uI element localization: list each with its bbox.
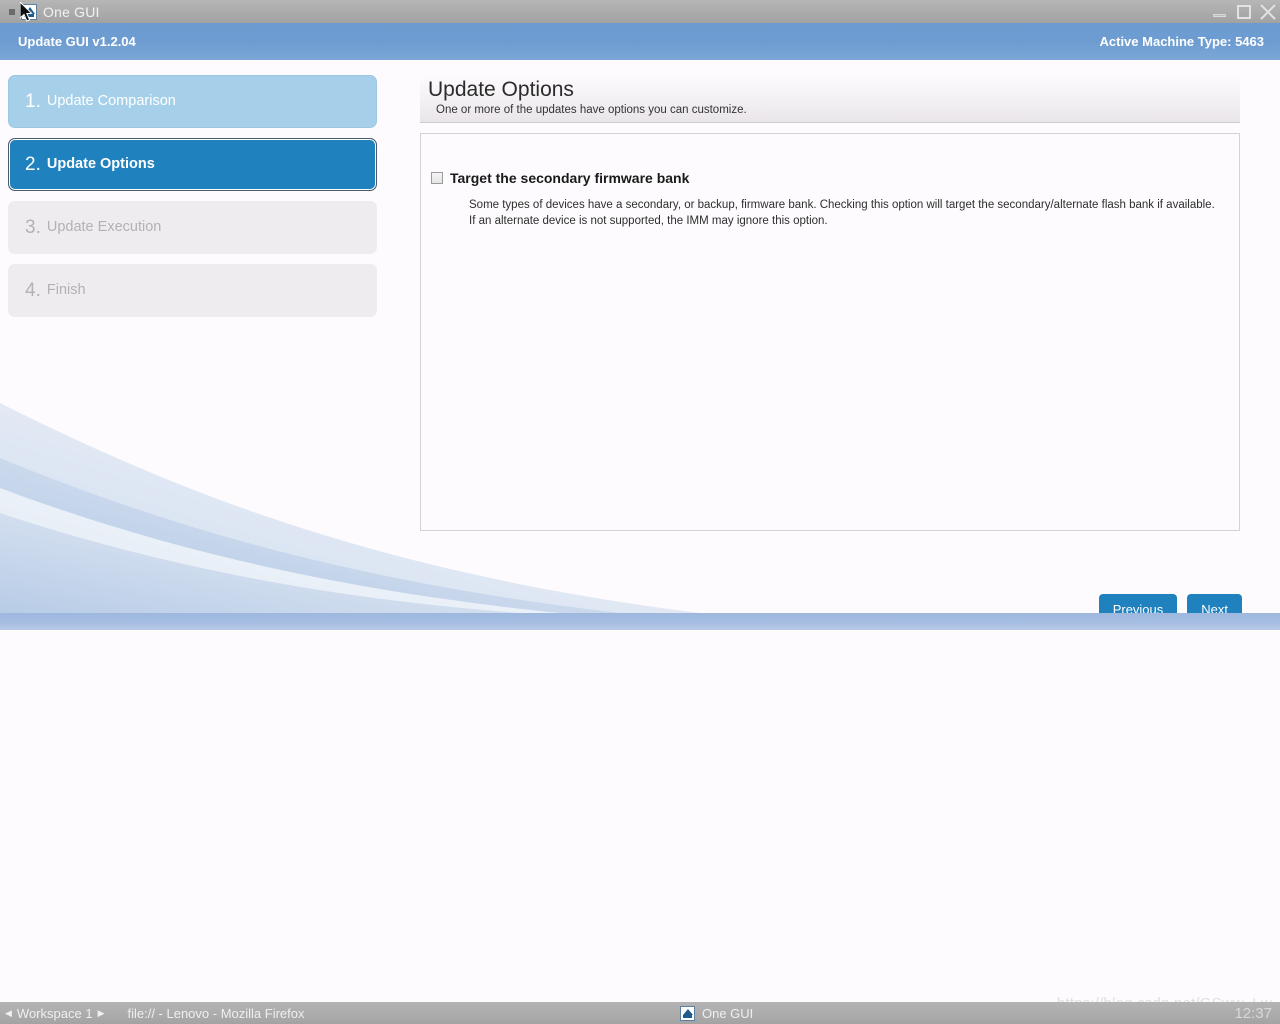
page-subtitle: One or more of the updates have options … [436,104,747,117]
sidebar-item-update-execution[interactable]: 3. Update Execution [8,201,377,254]
step-label: Update Execution [46,219,162,236]
app-version-label: Update GUI v1.2.04 [18,34,136,49]
checkbox-target-secondary-firmware-bank[interactable] [431,172,443,185]
wizard-steps: 1. Update Comparison 2. Update Options 3… [8,75,377,327]
main-content: Update Options One or more of the update… [420,75,1240,532]
application-window: Update GUI v1.2.04 Active Machine Type: … [0,23,1280,630]
app-icon [21,3,37,20]
option-header: Target the secondary firmware bank [431,169,1225,187]
content-header: Update Options One or more of the update… [420,75,1240,124]
option-description: Some types of devices have a secondary, … [469,199,1215,227]
sidebar-item-update-comparison[interactable]: 1. Update Comparison [8,75,377,128]
maximize-icon[interactable] [1236,4,1252,20]
clock: 12:37 [1234,1004,1272,1022]
option-item: Target the secondary firmware bank Some … [431,169,1225,229]
options-panel: Target the secondary firmware bank Some … [420,133,1240,532]
window-controls [1212,0,1276,23]
step-label: Update Comparison [46,93,176,110]
step-number: 2. [25,154,41,175]
workspace-next-icon[interactable]: ▶ [93,1008,110,1019]
close-icon[interactable] [1260,3,1276,20]
window-title: One GUI [43,3,100,20]
taskbar: ◀ Workspace 1 ▶ file:// - Lenovo - Mozil… [0,1002,1280,1024]
active-machine-type: Active Machine Type: 5463 [1099,34,1265,49]
app-footer-strip [0,613,1280,630]
desktop-background [0,630,1280,1002]
step-label: Update Options [46,156,155,173]
window-menu-icon[interactable] [9,8,15,15]
window-titlebar[interactable]: One GUI [0,0,1280,23]
workspace-label[interactable]: Workspace 1 [17,1006,93,1021]
step-number: 1. [25,91,41,112]
sidebar-item-finish[interactable]: 4. Finish [8,264,377,317]
app-icon [680,1005,695,1021]
step-number: 4. [25,280,41,301]
step-label: Finish [46,282,86,299]
taskbar-window-label: file:// - Lenovo - Mozilla Firefox [127,1005,305,1021]
sidebar-item-update-options[interactable]: 2. Update Options [8,138,377,191]
taskbar-window-one-gui[interactable]: One GUI [680,1005,754,1021]
page-title: Update Options [428,78,574,101]
taskbar-window-label: One GUI [702,1005,754,1021]
app-header: Update GUI v1.2.04 Active Machine Type: … [0,23,1280,60]
workspace-prev-icon[interactable]: ◀ [0,1008,17,1019]
screen: One GUI Update GUI v1.2.04 Active Machin… [0,0,1280,1024]
option-label: Target the secondary firmware bank [450,170,690,187]
step-number: 3. [25,217,41,238]
taskbar-window-firefox[interactable]: file:// - Lenovo - Mozilla Firefox [127,1006,304,1021]
minimize-icon[interactable] [1212,4,1228,20]
